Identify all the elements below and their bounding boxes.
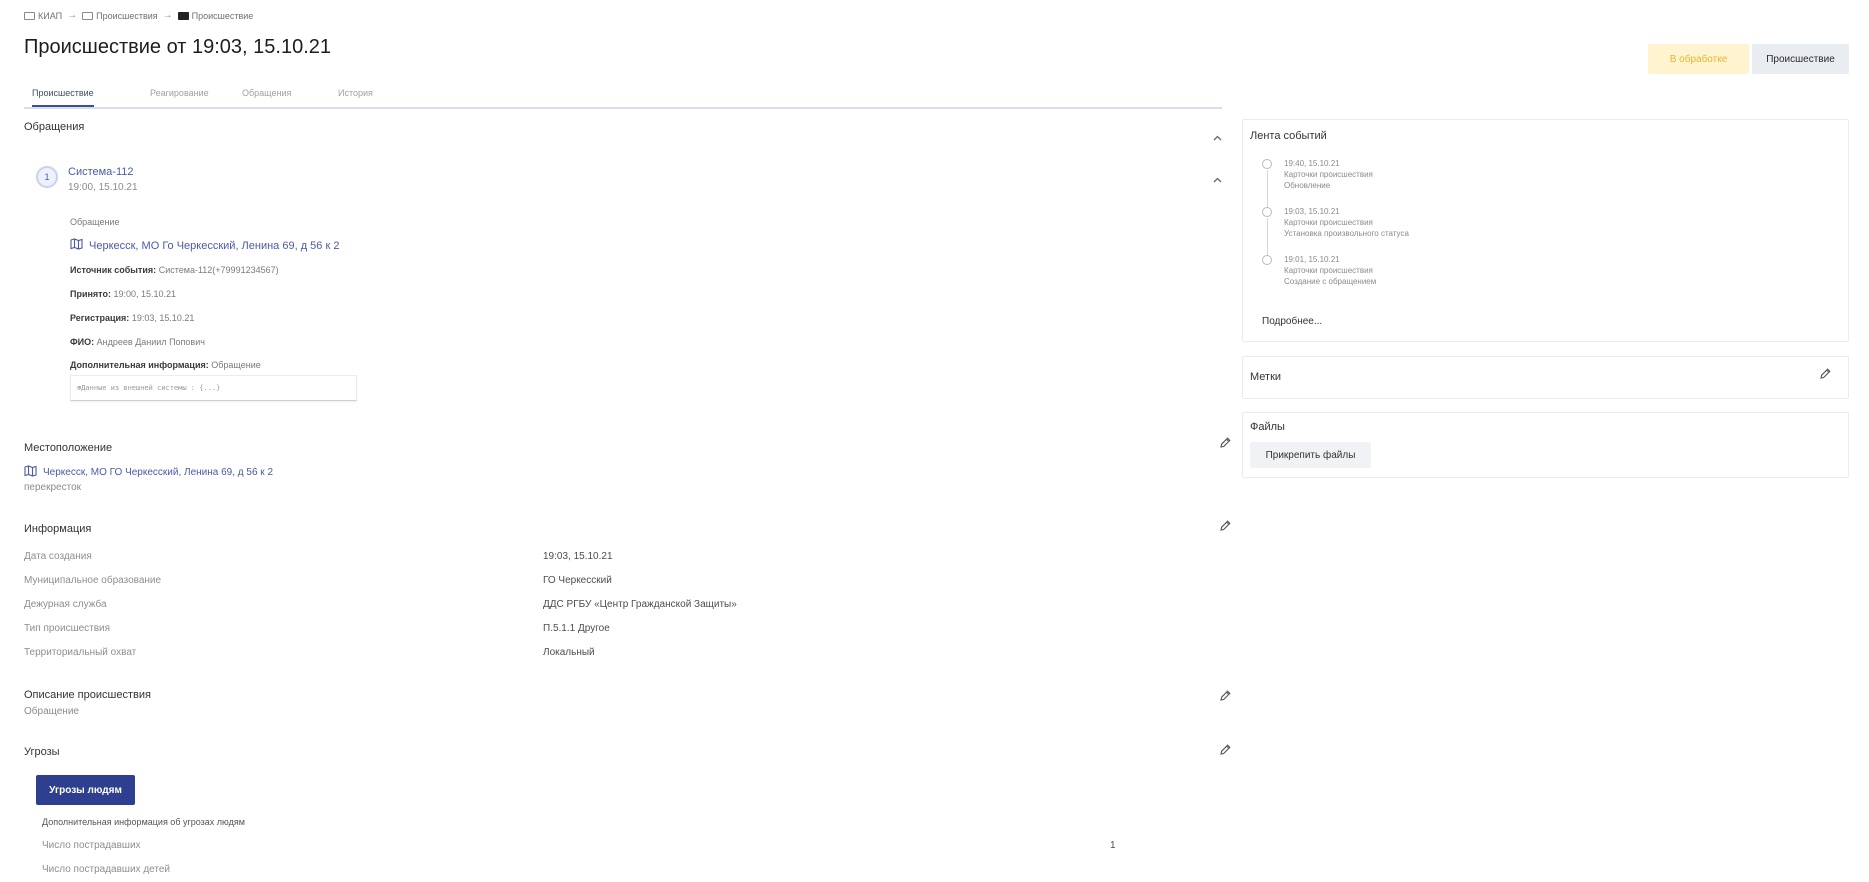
event-item[interactable]: 19:03, 15.10.21 Карточки происшествия Ус… bbox=[1284, 206, 1409, 239]
edit-threats-pencil-icon[interactable] bbox=[1218, 743, 1232, 757]
folder-icon bbox=[24, 11, 35, 20]
info-value: Локальный bbox=[543, 647, 595, 658]
event-line1: Карточки происшествия bbox=[1284, 170, 1373, 179]
location-title: Местоположение bbox=[24, 442, 113, 454]
breadcrumb-label: КИАП bbox=[38, 10, 63, 21]
edit-location-pencil-icon[interactable] bbox=[1218, 436, 1232, 450]
breadcrumb-item-incidents[interactable]: Происшествия bbox=[82, 11, 158, 21]
appeal-source-name[interactable]: Система-112 bbox=[68, 166, 134, 178]
event-line2: Создание с обращением bbox=[1284, 277, 1377, 286]
threats-subtitle: Дополнительная информация об угрозах люд… bbox=[42, 817, 245, 827]
timeline-dot-icon bbox=[1262, 159, 1272, 169]
breadcrumb-item-kiap[interactable]: КИАП bbox=[24, 11, 62, 21]
appeal-field-fio: ФИО: Андреев Даниил Попович bbox=[70, 337, 205, 347]
field-label: Источник события: bbox=[70, 265, 157, 275]
field-value: 19:00, 15.10.21 bbox=[113, 289, 177, 299]
threat-label: Число пострадавших bbox=[42, 840, 141, 851]
arrow-right-icon: → bbox=[67, 10, 78, 21]
appeals-title: Обращения bbox=[24, 121, 85, 133]
threats-title: Угрозы bbox=[24, 746, 60, 758]
location-address-row: Черкесск, МО ГО Черкесский, Ленина 69, д… bbox=[24, 465, 273, 480]
incident-type-button[interactable]: Происшествие bbox=[1752, 44, 1849, 74]
threat-label: Число пострадавших детей bbox=[42, 864, 170, 875]
info-value: П.5.1.1 Другое bbox=[543, 623, 610, 634]
external-data-block[interactable]: ⊕Данные из внешней системы : {...} bbox=[70, 375, 357, 401]
event-feed-more-link[interactable]: Подробнее... bbox=[1262, 316, 1322, 327]
timeline-dot-icon bbox=[1262, 255, 1272, 265]
info-label: Муниципальное образование bbox=[24, 575, 162, 586]
edit-tags-pencil-icon[interactable] bbox=[1818, 367, 1832, 381]
breadcrumb: КИАП → Происшествия → Происшествие bbox=[24, 10, 253, 21]
info-label: Дата создания bbox=[24, 551, 92, 562]
appeal-address-link[interactable]: Черкесск, МО Го Черкесский, Ленина 69, д… bbox=[89, 240, 339, 252]
folder-filled-icon bbox=[177, 11, 189, 20]
event-line2: Обновление bbox=[1284, 181, 1331, 190]
timeline-dot-icon bbox=[1262, 207, 1272, 217]
appeal-field-registration: Регистрация: 19:03, 15.10.21 bbox=[70, 313, 194, 323]
threat-value: 1 bbox=[1110, 840, 1116, 851]
event-line1: Карточки происшествия bbox=[1284, 266, 1373, 275]
edit-description-pencil-icon[interactable] bbox=[1218, 689, 1232, 703]
tab-appeals[interactable]: Обращения bbox=[242, 88, 291, 106]
tab-bar: Происшествие Реагирование Обращения Исто… bbox=[24, 82, 1222, 109]
appeal-source-time: 19:00, 15.10.21 bbox=[68, 182, 138, 193]
event-time: 19:01, 15.10.21 bbox=[1284, 255, 1340, 264]
field-value: Система-112(+79991234567) bbox=[158, 265, 279, 275]
appeal-field-accepted: Принято: 19:00, 15.10.21 bbox=[70, 289, 176, 299]
appeal-address-row: Черкесск, МО Го Черкесский, Ленина 69, д… bbox=[70, 238, 339, 253]
files-title: Файлы bbox=[1250, 421, 1285, 433]
arrow-right-icon: → bbox=[162, 10, 173, 21]
field-value: Обращение bbox=[211, 360, 261, 370]
info-value: ДДС РГБУ «Центр Гражданской Защиты» bbox=[543, 599, 737, 610]
collapse-appeal-icon[interactable] bbox=[1212, 175, 1223, 186]
tab-history[interactable]: История bbox=[338, 88, 373, 106]
appeal-field-extra: Дополнительная информация: Обращение bbox=[70, 360, 261, 370]
info-label: Дежурная служба bbox=[24, 599, 107, 610]
map-icon bbox=[24, 465, 37, 480]
tags-panel bbox=[1242, 356, 1849, 399]
timeline-connector bbox=[1267, 170, 1268, 210]
info-label: Территориальный охват bbox=[24, 647, 137, 658]
info-label: Тип происшествия bbox=[24, 623, 111, 634]
field-label: Принято: bbox=[70, 289, 111, 299]
location-note: перекресток bbox=[24, 482, 82, 493]
appeal-field-source: Источник события: Система-112(+799912345… bbox=[70, 265, 279, 275]
event-item[interactable]: 19:01, 15.10.21 Карточки происшествия Со… bbox=[1284, 254, 1376, 287]
description-title: Описание происшествия bbox=[24, 689, 151, 701]
event-time: 19:40, 15.10.21 bbox=[1284, 159, 1340, 168]
breadcrumb-item-current: Происшествие bbox=[177, 10, 254, 21]
info-value: ГО Черкесский bbox=[543, 575, 612, 586]
attach-files-button[interactable]: Прикрепить файлы bbox=[1250, 442, 1371, 468]
location-address-link[interactable]: Черкесск, МО ГО Черкесский, Ленина 69, д… bbox=[43, 467, 273, 478]
appeal-kind: Обращение bbox=[70, 217, 120, 227]
collapse-appeals-icon[interactable] bbox=[1212, 133, 1223, 144]
external-data-text: Данные из внешней системы : {...} bbox=[81, 384, 221, 392]
tags-title: Метки bbox=[1250, 371, 1282, 383]
info-value: 19:03, 15.10.21 bbox=[543, 551, 613, 562]
breadcrumb-label: Происшествие bbox=[191, 10, 254, 21]
breadcrumb-label: Происшествия bbox=[96, 10, 158, 21]
tab-incident[interactable]: Происшествие bbox=[32, 88, 94, 107]
edit-information-pencil-icon[interactable] bbox=[1218, 519, 1232, 533]
description-text: Обращение bbox=[24, 706, 79, 717]
threats-to-people-button[interactable]: Угрозы людям bbox=[36, 775, 135, 805]
page-title: Происшествие от 19:03, 15.10.21 bbox=[24, 36, 332, 58]
appeal-number-badge: 1 bbox=[36, 166, 58, 188]
tab-response[interactable]: Реагирование bbox=[150, 88, 209, 106]
event-time: 19:03, 15.10.21 bbox=[1284, 207, 1340, 216]
event-line2: Установка произвольного статуса bbox=[1284, 229, 1409, 238]
field-label: Регистрация: bbox=[70, 313, 130, 323]
field-value: 19:03, 15.10.21 bbox=[131, 313, 195, 323]
event-feed-title: Лента событий bbox=[1250, 130, 1327, 142]
event-line1: Карточки происшествия bbox=[1284, 218, 1373, 227]
information-title: Информация bbox=[24, 523, 92, 535]
map-icon bbox=[70, 238, 83, 253]
field-value: Андреев Даниил Попович bbox=[96, 337, 205, 347]
event-item[interactable]: 19:40, 15.10.21 Карточки происшествия Об… bbox=[1284, 158, 1373, 191]
field-label: Дополнительная информация: bbox=[70, 360, 209, 370]
folder-icon bbox=[82, 11, 94, 20]
field-label: ФИО: bbox=[70, 337, 95, 347]
status-badge: В обработке bbox=[1648, 44, 1749, 74]
